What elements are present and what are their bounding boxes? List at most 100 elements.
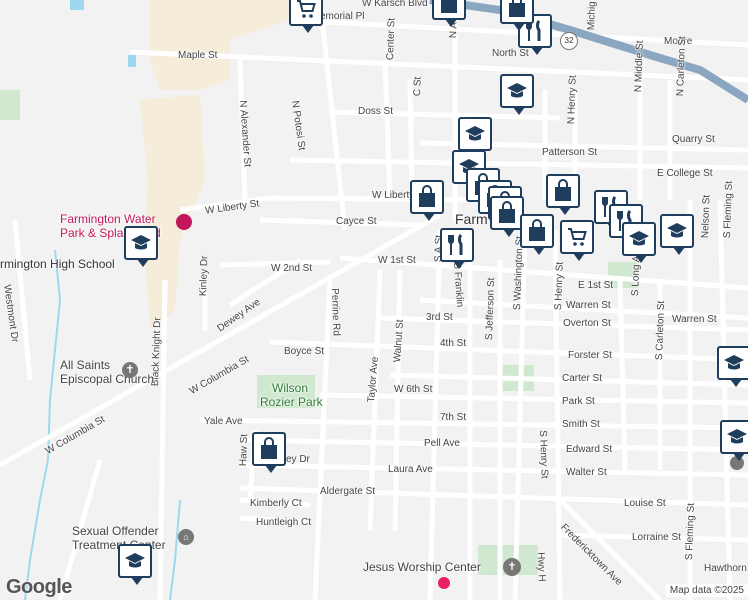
restaurant-marker[interactable] xyxy=(440,228,474,269)
shopping-bag-marker[interactable] xyxy=(410,180,444,221)
school-marker[interactable] xyxy=(458,117,492,158)
street-label: Center St xyxy=(385,17,398,61)
street-label: Park St xyxy=(562,396,595,407)
route-shield: 32 xyxy=(560,32,578,50)
street-label: Carter St xyxy=(562,373,603,384)
street-label: emorial Pl xyxy=(320,11,365,22)
school-marker[interactable] xyxy=(118,544,152,585)
street-label: Pell Ave xyxy=(424,438,460,449)
street-label: Aldergate St xyxy=(320,486,376,497)
shopping-cart-icon xyxy=(297,0,316,18)
shop-dot-icon[interactable] xyxy=(438,577,450,589)
street-label: Kimberly Ct xyxy=(250,498,302,509)
place-label[interactable]: Jesus Worship Center xyxy=(363,560,481,574)
street-label: Hawthorn xyxy=(704,563,747,574)
school-marker[interactable] xyxy=(124,226,158,267)
school-icon xyxy=(667,223,687,238)
school-marker[interactable] xyxy=(622,222,656,263)
church-icon[interactable]: ✝ xyxy=(503,558,521,576)
school-icon xyxy=(125,553,145,568)
shopping-bag-icon xyxy=(499,201,515,223)
water-park-icon[interactable] xyxy=(176,214,192,230)
street-label: S Jefferson St xyxy=(484,277,498,341)
street-label: W 1st St xyxy=(378,255,416,266)
shopping-bag-icon xyxy=(509,0,525,17)
street-label: W 6th St xyxy=(394,384,433,395)
government-building-icon[interactable]: ⌂ xyxy=(178,529,194,545)
street-label: Nelson St xyxy=(700,194,713,239)
school-icon xyxy=(507,83,527,98)
street-label: S Carleton St xyxy=(654,300,668,361)
shopping-bag-marker[interactable] xyxy=(252,432,286,473)
park-area xyxy=(0,90,20,120)
google-logo: Google xyxy=(6,576,72,598)
shopping-bag-marker[interactable] xyxy=(490,196,524,237)
street-label: Edward St xyxy=(566,444,613,455)
street-label: Maple St xyxy=(178,50,218,61)
shopping-cart-icon xyxy=(568,228,587,246)
street-label: Kinley Dr xyxy=(198,255,211,297)
street-label: 7th St xyxy=(440,412,467,423)
shopping-bag-icon xyxy=(441,0,457,13)
map-canvas[interactable]: 32 W Karsch Blvd Maple St Moore North St… xyxy=(0,0,748,600)
street-label: 4th St xyxy=(440,338,467,349)
street-label: Louise St xyxy=(624,498,666,509)
school-marker[interactable] xyxy=(500,74,534,115)
shopping-bag-marker[interactable] xyxy=(520,214,554,255)
street-label: Quarry St xyxy=(672,134,715,145)
street-label: N Middle St xyxy=(633,40,646,93)
town-label: Farm xyxy=(455,211,488,227)
street-label: S Henry St xyxy=(553,261,566,311)
street-label: S Fleming St xyxy=(722,180,735,239)
school-marker[interactable] xyxy=(660,214,694,255)
street-label: Doss St xyxy=(358,106,394,117)
restaurant-icon xyxy=(448,233,463,255)
shopping-bag-icon xyxy=(261,437,277,459)
shopping-bag-icon xyxy=(555,179,571,201)
street-label: Yale Ave xyxy=(204,416,243,427)
stream xyxy=(24,249,62,600)
street-label: W Liberty xyxy=(372,190,415,201)
street-label: Huntleigh Ct xyxy=(256,517,312,528)
place-label[interactable]: All Saints Episcopal Church xyxy=(60,358,154,386)
shopping-bag-marker[interactable] xyxy=(546,174,580,215)
street-label: Hwy H xyxy=(535,552,548,582)
pond xyxy=(70,0,84,10)
street-label: N Henry St xyxy=(566,75,579,125)
street-label: N Carleton St xyxy=(675,36,689,97)
shopping-bag-marker[interactable] xyxy=(432,0,466,27)
school-marker[interactable] xyxy=(717,346,748,387)
school-icon xyxy=(465,126,485,141)
school-icon xyxy=(131,235,151,250)
place-label[interactable]: Wilson Rozier Park xyxy=(260,381,323,409)
street-label: W 2nd St xyxy=(271,263,313,274)
church-icon[interactable]: ✝ xyxy=(122,362,138,378)
stream xyxy=(169,499,181,600)
street-label: ey Dr xyxy=(286,454,310,465)
map-data-attribution[interactable]: Map data ©2025 xyxy=(665,584,748,597)
street-label: Overton St xyxy=(563,318,611,329)
street-label: E 1st St xyxy=(578,280,614,291)
street-label: Lorraine St xyxy=(632,532,681,543)
shopping-cart-marker[interactable] xyxy=(560,220,594,261)
street-label: Perrine Rd xyxy=(329,288,342,337)
shopping-bag-marker[interactable] xyxy=(500,0,534,31)
street-label: Michig xyxy=(586,1,599,31)
school-icon xyxy=(727,429,747,444)
street-label: North St xyxy=(492,48,529,59)
street-label: Patterson St xyxy=(542,147,598,158)
shopping-cart-marker[interactable] xyxy=(289,0,323,33)
campus-area xyxy=(150,0,290,90)
street-label: E College St xyxy=(657,168,713,179)
place-label[interactable]: rmington High School xyxy=(0,257,115,271)
pond xyxy=(128,55,136,67)
street-label: S Fleming St xyxy=(684,502,697,561)
street-label: Boyce St xyxy=(284,346,325,357)
street-label: S Henry St xyxy=(537,430,550,479)
street-label: Smith St xyxy=(562,419,600,430)
school-marker[interactable] xyxy=(720,420,748,461)
street-label: Warren St xyxy=(672,314,717,325)
school-icon xyxy=(629,231,649,246)
street-label: Forster St xyxy=(568,350,612,361)
street-label: Walter St xyxy=(566,467,607,478)
